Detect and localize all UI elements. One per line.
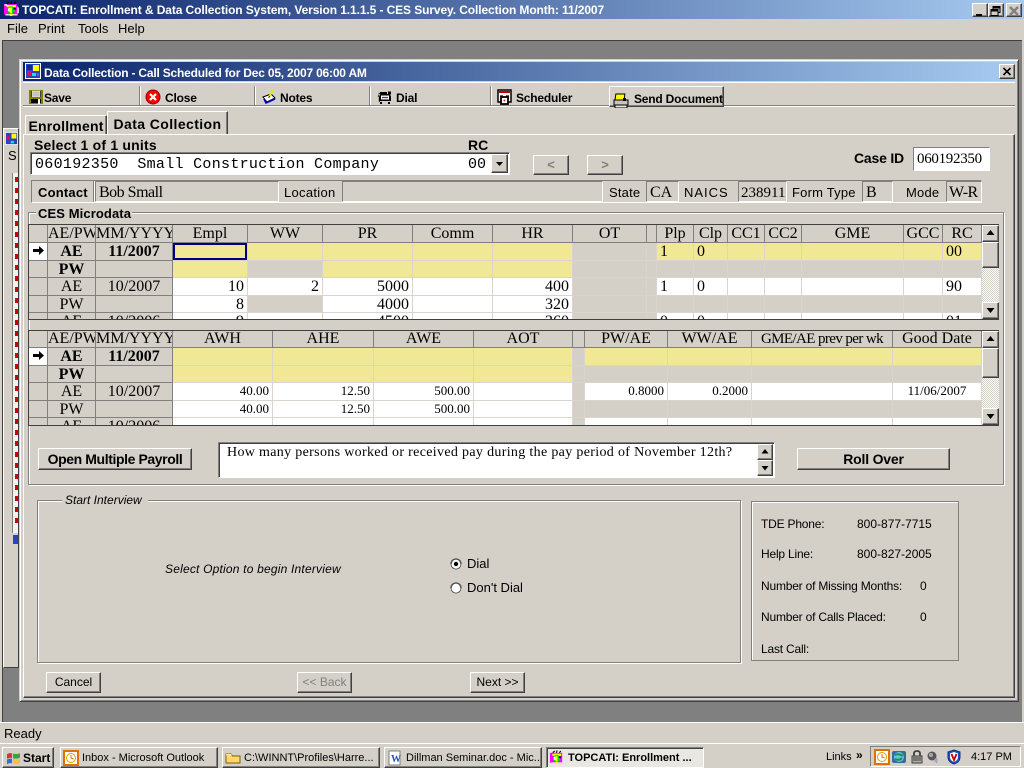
svg-text:W: W xyxy=(391,754,401,765)
